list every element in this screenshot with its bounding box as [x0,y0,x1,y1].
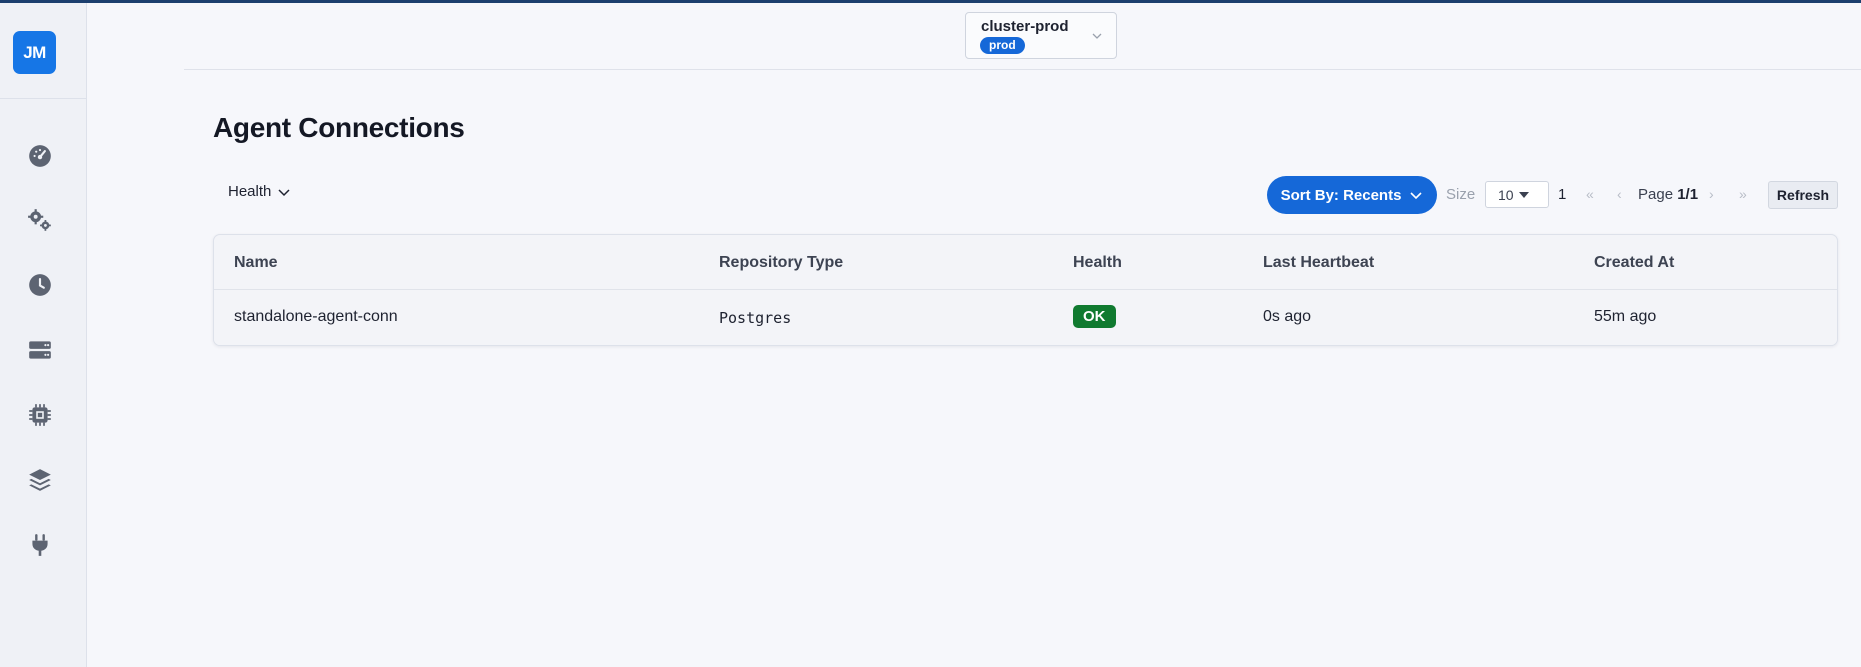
cell-name[interactable]: standalone-agent-conn [234,308,398,326]
page-size-select[interactable]: 10 [1485,181,1549,208]
sort-by-button[interactable]: Sort By: Recents [1267,176,1437,214]
column-header-last-heartbeat[interactable]: Last Heartbeat [1263,254,1374,272]
sidebar-divider [0,98,86,99]
page-size-label: Size [1446,186,1476,203]
header-divider [184,69,1861,70]
clock-icon [29,274,51,296]
next-page-button[interactable]: › [1709,186,1714,202]
chevron-down-icon [1410,192,1423,200]
last-page-button[interactable]: » [1739,186,1747,202]
connections-table: Name Repository Type Health Last Heartbe… [213,234,1838,346]
sidebar-item-history[interactable] [24,269,56,301]
page-indicator: Page 1/1 [1638,186,1698,203]
health-filter-dropdown[interactable]: Health [228,183,291,200]
sidebar-item-dashboard[interactable] [24,140,56,172]
cpu-chip-icon [29,404,51,426]
sidebar-item-layers[interactable] [24,464,56,496]
layers-icon [29,469,51,491]
health-filter-label: Health [228,183,272,200]
cluster-selector[interactable]: cluster-prod prod [965,12,1117,59]
dashboard-gauge-icon [29,145,51,167]
cell-last-heartbeat: 0s ago [1263,308,1312,325]
top-accent-bar [0,0,1861,3]
sidebar-item-settings[interactable] [24,204,56,236]
page-title: Agent Connections [213,112,465,143]
prev-page-button[interactable]: ‹ [1617,186,1622,202]
page-value: 1/1 [1677,186,1699,203]
sidebar-item-compute[interactable] [24,399,56,431]
refresh-button[interactable]: Refresh [1768,181,1838,209]
sidebar-item-servers[interactable] [24,334,56,366]
cluster-env-badge: prod [980,37,1025,54]
chevron-down-icon [1092,33,1102,39]
cell-repository-type: Postgres [719,309,792,327]
chevron-down-icon [278,188,290,196]
gears-icon [28,209,51,231]
app-logo[interactable]: JM [13,31,56,74]
sidebar: JM [0,3,87,667]
plug-icon [32,534,48,556]
caret-down-icon [1518,191,1529,198]
first-page-button[interactable]: « [1586,186,1594,202]
column-header-health[interactable]: Health [1073,254,1122,272]
cluster-name: cluster-prod [981,18,1069,35]
column-header-name[interactable]: Name [234,254,278,272]
page-size-value: 10 [1498,186,1514,203]
column-header-created-at[interactable]: Created At [1594,254,1674,272]
cell-created-at: 55m ago [1594,308,1657,325]
health-status-badge: OK [1073,305,1116,328]
server-icon [29,341,51,359]
current-page-number: 1 [1558,186,1567,203]
page-prefix: Page [1638,186,1674,203]
table-header: Name Repository Type Health Last Heartbe… [214,235,1837,290]
table-row[interactable]: standalone-agent-conn Postgres OK 0s ago… [214,290,1837,345]
column-header-repository-type[interactable]: Repository Type [719,254,843,272]
sort-by-label: Sort By: Recents [1280,186,1402,204]
sidebar-item-connections[interactable] [24,529,56,561]
